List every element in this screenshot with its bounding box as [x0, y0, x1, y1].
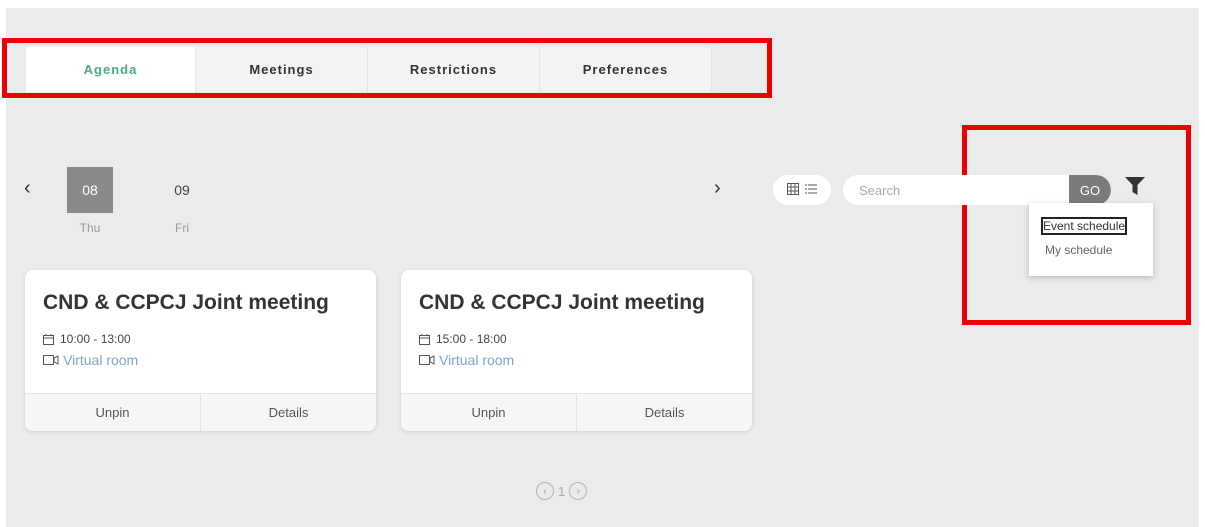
search-input[interactable] [843, 175, 1069, 205]
option-event-schedule[interactable]: Event schedule [1040, 217, 1128, 235]
meeting-room-text: Virtual room [439, 352, 515, 368]
list-view-icon[interactable] [805, 183, 817, 198]
date-item-08[interactable]: 08 Thu [67, 167, 113, 235]
meeting-title: CND & CCPCJ Joint meeting [43, 291, 329, 314]
meeting-room-text: Virtual room [63, 352, 139, 368]
grid-view-icon[interactable] [787, 182, 799, 198]
meeting-time-text: 10:00 - 13:00 [60, 332, 131, 346]
date-day: Thu [79, 221, 101, 235]
date-item-09[interactable]: 09 Fri [159, 167, 205, 235]
card-actions: Unpin Details [25, 393, 376, 431]
calendar-icon [419, 333, 430, 345]
meeting-card: CND & CCPCJ Joint meeting 15:00 - 18:00 … [401, 270, 752, 431]
option-my-schedule[interactable]: My schedule [1045, 243, 1153, 257]
next-page-icon[interactable]: › [569, 482, 588, 500]
meeting-room-link[interactable]: Virtual room [43, 352, 138, 368]
video-camera-icon [43, 355, 59, 365]
filter-icon[interactable] [1125, 177, 1145, 200]
meeting-title: CND & CCPCJ Joint meeting [419, 291, 705, 314]
meeting-time: 10:00 - 13:00 [43, 332, 131, 346]
unpin-button[interactable]: Unpin [401, 394, 577, 431]
annotation-box-tabs [2, 38, 772, 98]
view-toggle[interactable] [773, 175, 831, 205]
card-actions: Unpin Details [401, 393, 752, 431]
go-button[interactable]: GO [1069, 175, 1111, 205]
next-date-arrow[interactable]: › [714, 178, 721, 198]
date-number: 08 [67, 167, 113, 213]
meeting-time-text: 15:00 - 18:00 [436, 332, 507, 346]
calendar-icon [43, 333, 54, 345]
meeting-card: CND & CCPCJ Joint meeting 10:00 - 13:00 … [25, 270, 376, 431]
date-number: 09 [174, 182, 190, 198]
meeting-room-link[interactable]: Virtual room [419, 352, 514, 368]
details-button[interactable]: Details [577, 394, 752, 431]
details-button[interactable]: Details [201, 394, 376, 431]
pagination: ‹ 1 › [536, 482, 588, 500]
current-page[interactable]: 1 [558, 484, 565, 499]
prev-date-arrow[interactable]: ‹ [24, 178, 31, 198]
prev-page-icon[interactable]: ‹ [536, 482, 554, 500]
unpin-button[interactable]: Unpin [25, 394, 201, 431]
meeting-time: 15:00 - 18:00 [419, 332, 507, 346]
video-camera-icon [419, 355, 435, 365]
date-day: Fri [175, 221, 189, 235]
search-box: GO [843, 175, 1111, 205]
schedule-dropdown: Event schedule My schedule [1029, 203, 1153, 276]
